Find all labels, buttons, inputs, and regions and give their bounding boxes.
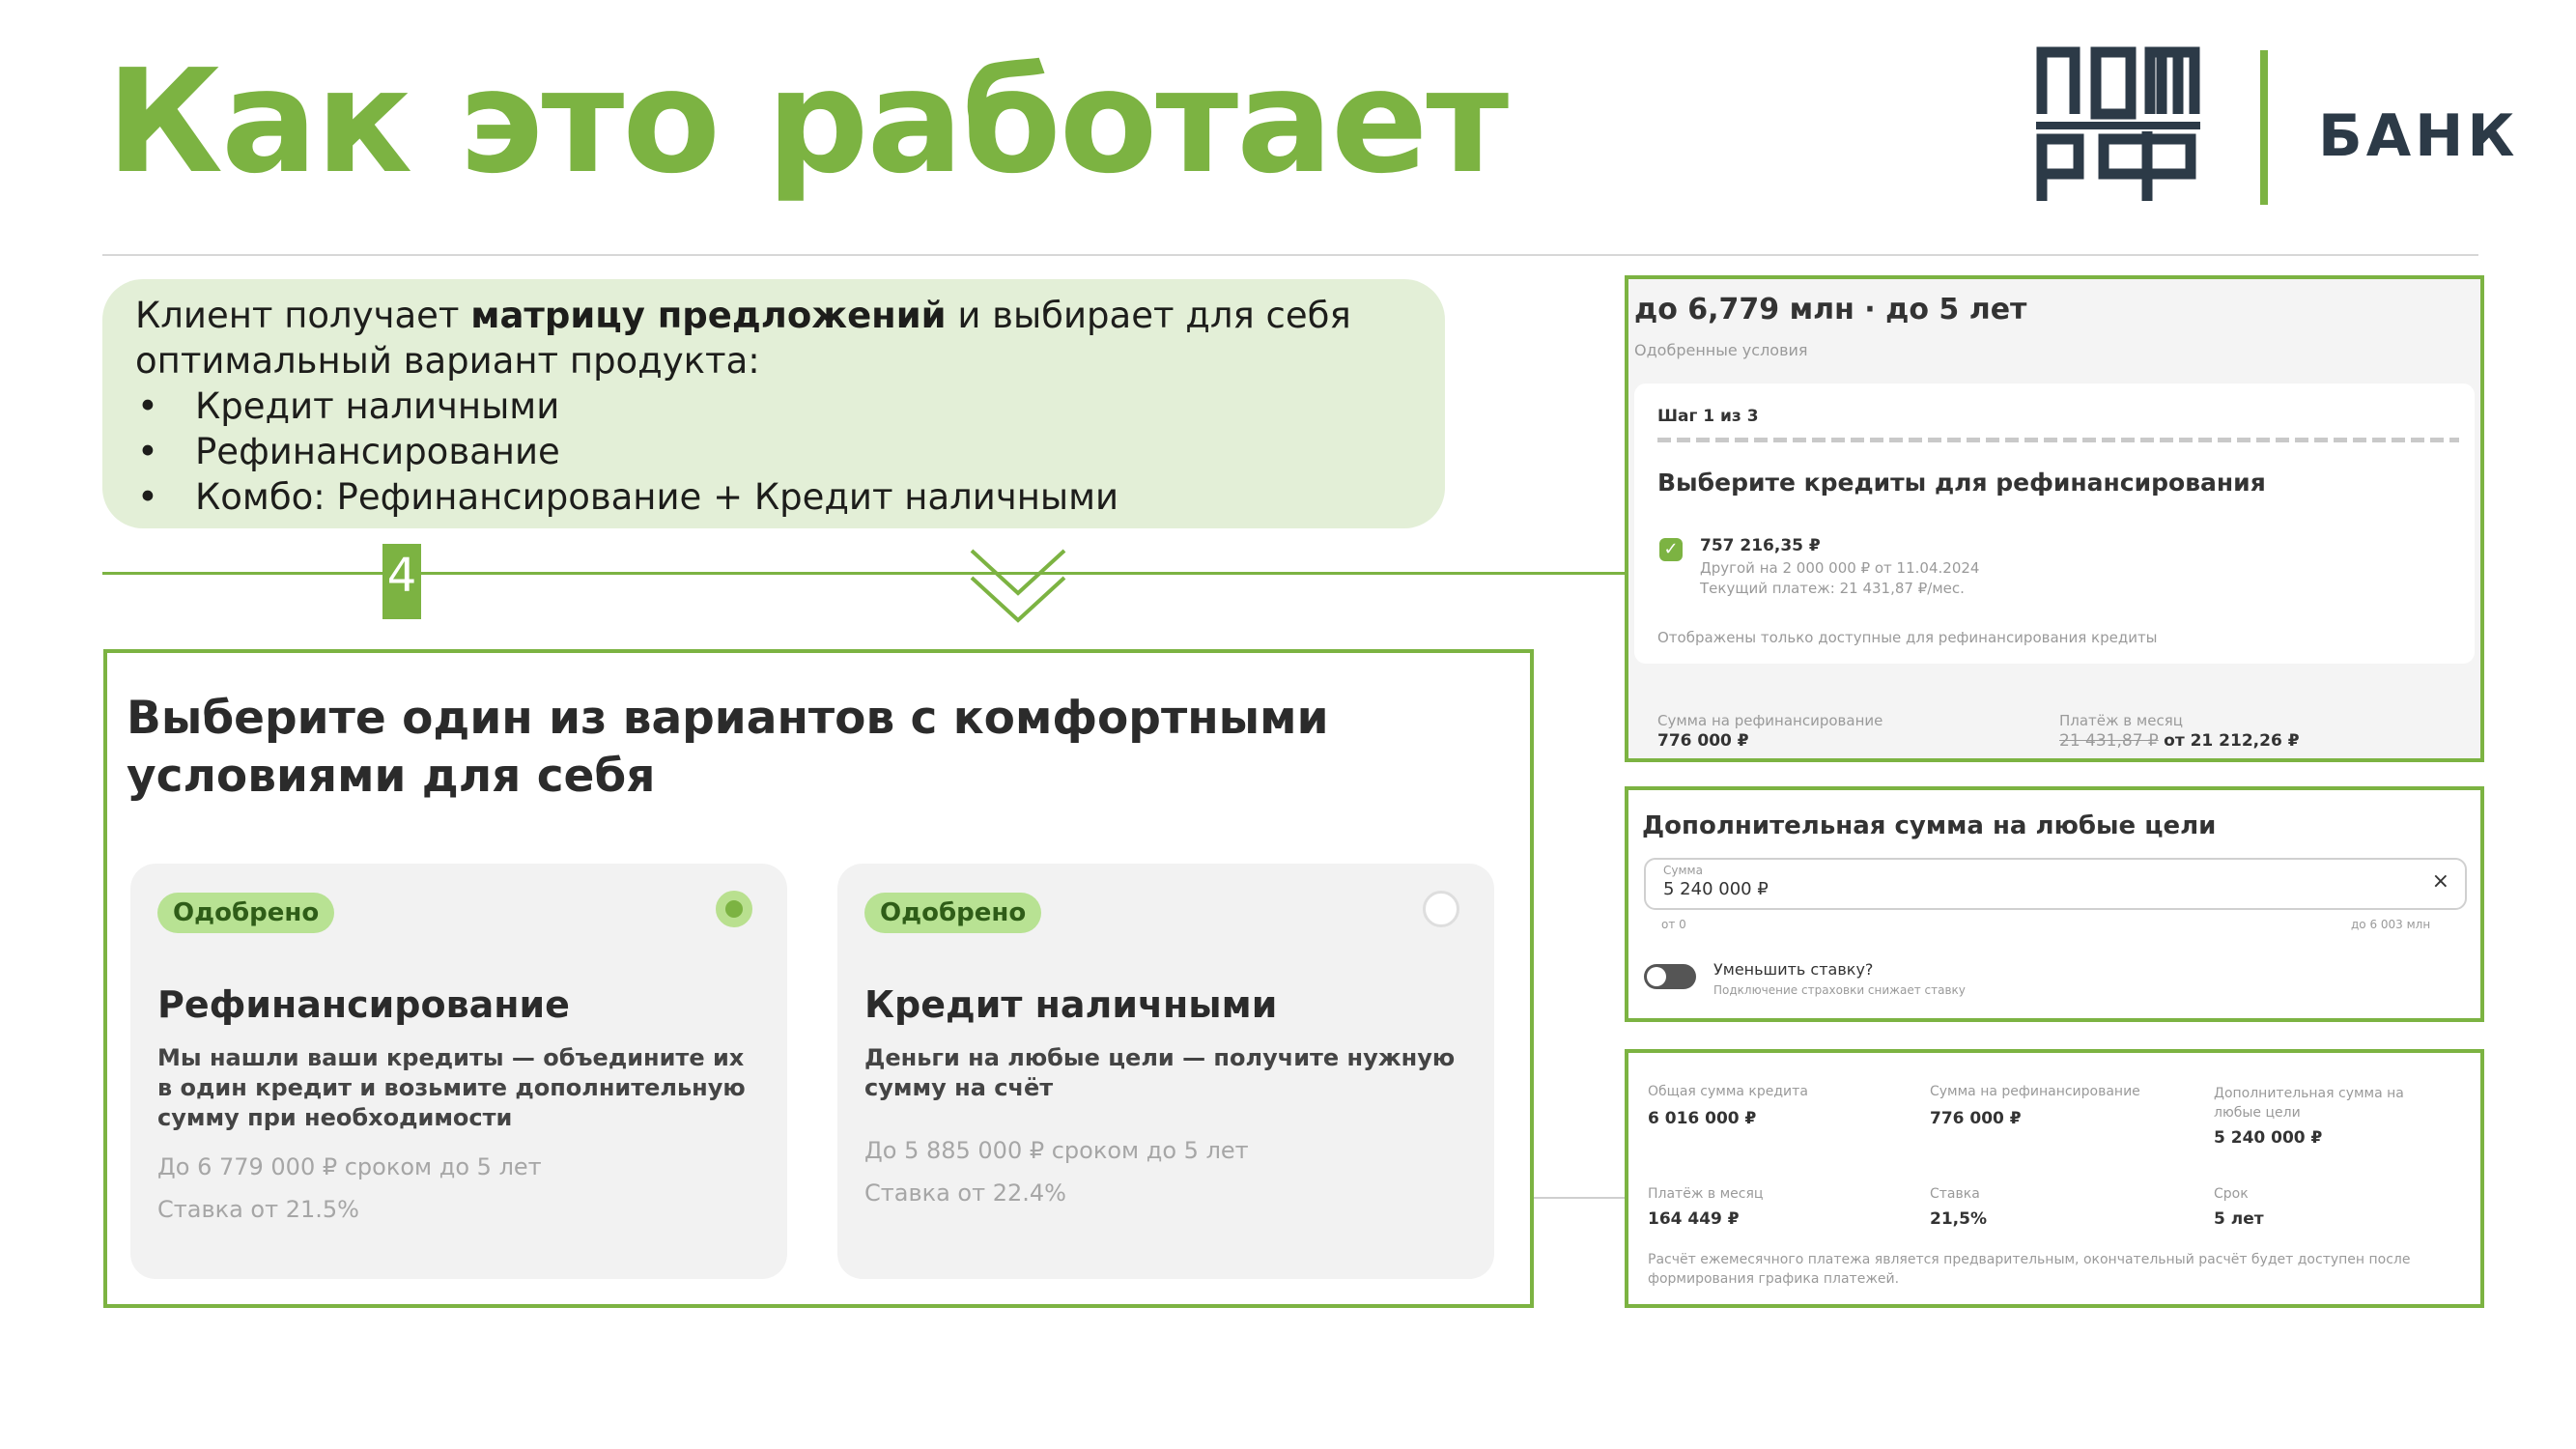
logo-mark-icon	[2036, 46, 2200, 201]
loan-details: Другой на 2 000 000 ₽ от 11.04.2024	[1700, 559, 1980, 577]
cash-loan-radio[interactable]	[1423, 891, 1459, 927]
reduce-rate-label: Уменьшить ставку?	[1713, 960, 1874, 979]
approved-badge: Одобрено	[864, 893, 1042, 933]
summary-label: Общая сумма кредита	[1648, 1084, 1808, 1099]
intro-text-box: Клиент получает матрицу предложений и вы…	[102, 279, 1445, 528]
product-item: Рефинансирование	[135, 429, 1412, 474]
loan-summary-panel: Общая сумма кредита 6 016 000 ₽ Сумма на…	[1625, 1049, 2484, 1308]
option-title: Рефинансирование	[157, 983, 570, 1026]
summary-label: Сумма на рефинансирование	[1930, 1084, 2140, 1099]
summary-label: Ставка	[1930, 1186, 1980, 1202]
clear-icon[interactable]: ×	[2432, 869, 2449, 894]
refinance-sum-value: 776 000 ₽	[1657, 731, 1749, 751]
refinance-radio-selected[interactable]	[716, 891, 752, 927]
summary-value: 5 240 000 ₽	[2214, 1128, 2323, 1148]
monthly-payment-values: 21 431,87 ₽ от 21 212,26 ₽	[2059, 731, 2300, 751]
new-payment: от 21 212,26 ₽	[2164, 731, 2300, 751]
refinance-sum-label: Сумма на рефинансирование	[1657, 712, 1883, 729]
option-limit: До 6 779 000 ₽ сроком до 5 лет	[157, 1153, 542, 1180]
step-indicator: Шаг 1 из 3	[1657, 407, 1759, 426]
extra-amount-input[interactable]: Сумма 5 240 000 ₽ ×	[1644, 858, 2467, 910]
amount-field-value: 5 240 000 ₽	[1663, 879, 1769, 899]
extra-amount-panel: Дополнительная сумма на любые цели Сумма…	[1625, 786, 2484, 1022]
bank-logo	[2036, 44, 2200, 207]
approved-terms-subheader: Одобренные условия	[1634, 341, 1808, 359]
reduce-rate-toggle[interactable]	[1644, 964, 1696, 989]
intro-lead: Клиент получает матрицу предложений и вы…	[135, 295, 1351, 382]
step-progress-bar	[1657, 438, 2459, 442]
option-description: Мы нашли ваши кредиты — объедините их в …	[157, 1044, 746, 1131]
summary-disclaimer: Расчёт ежемесячного платежа является пре…	[1648, 1252, 2411, 1287]
option-description: Деньги на любые цели — получите нужную с…	[864, 1044, 1456, 1101]
product-choice-panel: Выберите один из вариантов с комфортными…	[103, 649, 1534, 1308]
cash-loan-option-card[interactable]: Одобрено Кредит наличными Деньги на любы…	[837, 864, 1494, 1279]
reduce-rate-hint: Подключение страховки снижает ставку	[1713, 983, 1966, 997]
product-list: Кредит наличными Рефинансирование Комбо:…	[135, 384, 1412, 520]
approved-badge: Одобрено	[157, 893, 335, 933]
logo-divider	[2260, 50, 2268, 205]
loan-checkbox-checked[interactable]: ✓	[1659, 538, 1683, 561]
logo-bank-text: БАНК	[2318, 102, 2519, 170]
amount-min-hint: от 0	[1661, 918, 1686, 931]
amount-field-label: Сумма	[1663, 864, 1703, 877]
refinance-heading: Выберите кредиты для рефинансирования	[1657, 469, 2266, 497]
option-title: Кредит наличными	[864, 983, 1278, 1026]
old-payment: 21 431,87 ₽	[2059, 731, 2159, 751]
refinance-form-card: Шаг 1 из 3 Выберите кредиты для рефинанс…	[1634, 384, 2475, 664]
refinance-option-card[interactable]: Одобрено Рефинансирование Мы нашли ваши …	[130, 864, 787, 1279]
loan-amount: 757 216,35 ₽	[1700, 536, 1821, 555]
summary-connector	[1534, 1197, 1625, 1199]
summary-value: 6 016 000 ₽	[1648, 1109, 1757, 1128]
summary-value: 164 449 ₽	[1648, 1209, 1740, 1229]
chevron-down-icon	[968, 547, 1068, 632]
refinance-step-panel: до 6,779 млн · до 5 лет Одобренные услов…	[1625, 275, 2484, 762]
header-divider	[102, 254, 2478, 256]
summary-label: Платёж в месяц	[1648, 1186, 1764, 1202]
refinance-note: Отображены только доступные для рефинанс…	[1657, 629, 2158, 646]
product-item: Комбо: Рефинансирование + Кредит наличны…	[135, 474, 1412, 520]
loan-current-payment: Текущий платеж: 21 431,87 ₽/мес.	[1700, 580, 1965, 597]
choice-heading: Выберите один из вариантов с комфортными…	[127, 692, 1329, 803]
approved-terms-header: до 6,779 млн · до 5 лет	[1634, 293, 2027, 327]
toggle-knob	[1647, 967, 1666, 986]
monthly-payment-label: Платёж в месяц	[2059, 712, 2183, 729]
option-rate: Ставка от 21.5%	[157, 1196, 359, 1223]
page-title: Как это работает	[106, 39, 1509, 205]
option-limit: До 5 885 000 ₽ сроком до 5 лет	[864, 1137, 1249, 1164]
option-rate: Ставка от 22.4%	[864, 1179, 1066, 1207]
summary-value: 5 лет	[2214, 1209, 2264, 1229]
extra-amount-heading: Дополнительная сумма на любые цели	[1642, 811, 2217, 840]
summary-value: 21,5%	[1930, 1209, 1987, 1229]
step-number-badge: 4	[382, 544, 421, 619]
product-item: Кредит наличными	[135, 384, 1412, 429]
connector-line	[102, 572, 1625, 575]
amount-max-hint: до 6 003 млн	[2351, 918, 2431, 931]
summary-value: 776 000 ₽	[1930, 1109, 2022, 1128]
summary-label: Дополнительная сумма на любые цели	[2214, 1086, 2404, 1121]
summary-label: Срок	[2214, 1186, 2249, 1202]
